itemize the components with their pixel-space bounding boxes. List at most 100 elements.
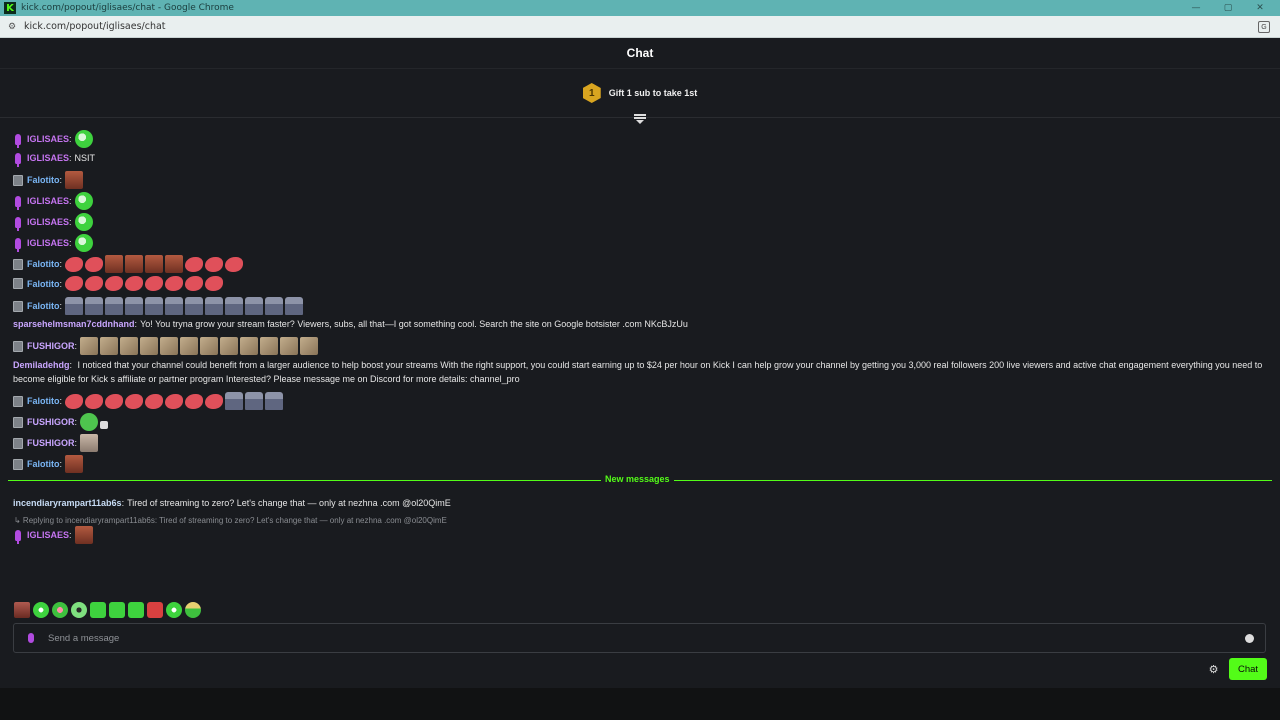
translate-icon[interactable]: G (1258, 21, 1270, 33)
emote-icon (265, 297, 284, 315)
collapse-icon[interactable] (634, 114, 646, 124)
address-bar[interactable]: ⚙ kick.com/popout/iglisaes/chat G (0, 16, 1280, 38)
chat-username[interactable]: IGLISAES (27, 236, 69, 250)
chat-message: Falotito: (13, 255, 245, 273)
emote-icon[interactable] (33, 602, 49, 618)
emote-icon[interactable] (147, 602, 163, 618)
gift-leaderboard[interactable]: 1 Gift 1 sub to take 1st (0, 68, 1280, 118)
emote-icon[interactable] (166, 602, 182, 618)
chat-username[interactable]: Falotito (27, 299, 60, 313)
chat-username[interactable]: IGLISAES (27, 132, 69, 146)
emote-icon (105, 255, 124, 273)
emote-icon (100, 421, 109, 429)
window-controls: — ▢ ✕ (1180, 0, 1276, 16)
maximize-button[interactable]: ▢ (1212, 3, 1244, 13)
new-messages-label[interactable]: New messages (601, 474, 674, 484)
emote-icon[interactable] (71, 602, 87, 618)
chat-username[interactable]: Falotito (27, 394, 60, 408)
emote-icon (185, 393, 204, 409)
emote-icon (300, 337, 319, 355)
microphone-icon (15, 529, 21, 544)
subscriber-badge-icon (13, 300, 23, 312)
chat-message: Falotito: (13, 455, 85, 473)
emote-icon (225, 297, 244, 315)
chat-message: FUSHIGOR: (13, 434, 100, 452)
emote-icon (125, 297, 144, 315)
chat-username[interactable]: sparsehelmsman7cddnhand (13, 317, 135, 331)
chat-message: Falotito: (13, 171, 85, 189)
subscriber-badge-icon (13, 340, 23, 352)
emote-icon (145, 276, 164, 291)
chat-message: Falotito: (13, 276, 225, 291)
bottom-strip (0, 688, 1280, 720)
chat-username[interactable]: FUSHIGOR (27, 436, 75, 450)
reply-preview[interactable]: ↳ Replying to incendiaryrampart11ab6s: T… (14, 516, 447, 525)
microphone-icon (28, 633, 34, 643)
emote-icon (180, 337, 199, 355)
chat-username[interactable]: FUSHIGOR (27, 415, 75, 429)
chat-username[interactable]: IGLISAES (27, 215, 69, 229)
emote-icon (225, 256, 244, 272)
emote-icon (100, 337, 119, 355)
emote-icon (145, 297, 164, 315)
emote-icon (125, 393, 144, 409)
chat-message: IGLISAES: (13, 192, 95, 210)
emote-icon[interactable] (185, 602, 201, 618)
chat-text: Yo! You tryna grow your stream faster? V… (140, 319, 688, 329)
settings-icon[interactable]: ⚙ (1208, 664, 1219, 675)
gift-text: Gift 1 sub to take 1st (608, 88, 698, 98)
chat-text: NSIT (74, 153, 96, 163)
emote-icon (140, 337, 159, 355)
emote-icon[interactable] (52, 602, 68, 618)
chat-username[interactable]: FUSHIGOR (27, 339, 75, 353)
chat-username[interactable]: IGLISAES (27, 194, 69, 208)
send-chat-button[interactable]: Chat (1229, 658, 1267, 680)
recent-emotes-tray (14, 602, 204, 618)
emote-icon (105, 393, 124, 409)
emote-icon (205, 276, 224, 291)
site-info-icon[interactable]: ⚙ (6, 21, 18, 33)
emote-icon[interactable] (109, 602, 125, 618)
emote-icon (185, 297, 204, 315)
chat-username[interactable]: Falotito (27, 457, 60, 471)
emote-icon (205, 256, 224, 272)
emote-icon[interactable] (128, 602, 144, 618)
microphone-icon (15, 152, 21, 167)
chat-username[interactable]: IGLISAES (27, 151, 69, 165)
chat-username[interactable]: IGLISAES (27, 528, 69, 542)
subscriber-badge-icon (13, 278, 23, 289)
subscriber-badge-icon (13, 174, 23, 186)
emote-icon (280, 337, 299, 355)
emoji-icon[interactable] (1245, 633, 1254, 643)
url-text[interactable]: kick.com/popout/iglisaes/chat (24, 21, 166, 32)
chat-username[interactable]: incendiaryrampart11ab6s (13, 496, 122, 510)
emote-icon (145, 255, 164, 273)
emote-icon (245, 297, 264, 315)
chat-username[interactable]: Demiladehdg (13, 360, 70, 370)
emote-icon (85, 276, 104, 291)
emote-icon (85, 256, 104, 272)
emote-icon (200, 337, 219, 355)
emote-icon (240, 337, 259, 355)
close-button[interactable]: ✕ (1244, 3, 1276, 13)
emote-icon (165, 276, 184, 291)
minimize-button[interactable]: — (1180, 3, 1212, 13)
chat-message: IGLISAES: (13, 130, 95, 148)
message-input-box[interactable] (13, 623, 1266, 653)
microphone-icon (15, 216, 21, 231)
chat-app: Chat 1 Gift 1 sub to take 1st IGLISAES: … (0, 38, 1280, 688)
emote-icon (260, 337, 279, 355)
chat-username[interactable]: Falotito (27, 277, 60, 291)
emote-icon (65, 276, 84, 291)
emote-icon[interactable] (14, 602, 30, 618)
emote-icon (185, 276, 204, 291)
emote-icon (65, 256, 84, 272)
microphone-icon (15, 237, 21, 252)
chat-message: FUSHIGOR: (13, 413, 110, 431)
message-input[interactable] (48, 632, 1245, 644)
emote-icon[interactable] (90, 602, 106, 618)
chat-username[interactable]: Falotito (27, 173, 60, 187)
emote-icon (220, 337, 239, 355)
chat-message: Demiladehdg: I noticed that your channel… (13, 360, 1263, 384)
chat-username[interactable]: Falotito (27, 257, 60, 271)
